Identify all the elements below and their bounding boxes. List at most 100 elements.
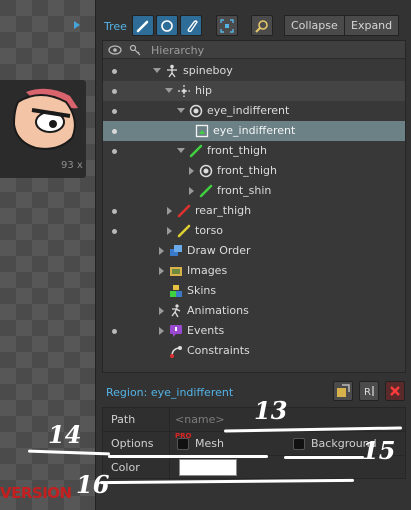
tree-node-label: Draw Order [187, 244, 251, 257]
expand-arrow-icon[interactable] [189, 187, 194, 195]
expand-arrow-icon[interactable] [159, 327, 164, 335]
visibility-dot[interactable] [112, 109, 117, 114]
version-watermark: VERSION [0, 484, 72, 502]
visibility-dot[interactable] [112, 129, 117, 134]
paperclip-icon [187, 19, 198, 32]
bone-icon [199, 184, 213, 198]
tree-row-hip[interactable]: hip [103, 81, 405, 101]
tree-row-eye-slot[interactable]: eye_indifferent [103, 101, 405, 121]
expand-arrow-icon[interactable] [189, 167, 194, 175]
attachment-tool-button[interactable] [180, 15, 202, 36]
visibility-dot[interactable] [112, 329, 117, 334]
tree-row-constraints[interactable]: Constraints [103, 341, 405, 361]
delete-button[interactable] [385, 381, 405, 401]
tree-row-front-shin[interactable]: front_shin [103, 181, 405, 201]
mesh-label: Mesh [195, 437, 224, 450]
annotation-stroke [284, 456, 364, 459]
tree-node-label: Constraints [187, 344, 250, 357]
expand-arrow-icon[interactable] [177, 148, 185, 153]
tree-title: Tree [104, 20, 127, 33]
color-swatch[interactable] [179, 459, 237, 476]
tree-toolbar: Tree Collapse Expand [96, 12, 411, 40]
tree-node-label: hip [195, 84, 213, 97]
annotation-stroke [108, 455, 268, 458]
visibility-eye-icon[interactable] [108, 44, 122, 56]
tree-node-label: eye_indifferent [207, 104, 290, 117]
skeleton-icon [167, 64, 177, 78]
region-title: Region: eye_indifferent [106, 386, 234, 399]
color-label: Color [111, 461, 140, 474]
tree-node-label: torso [195, 224, 224, 237]
tree-node-label: front_thigh [207, 144, 267, 157]
hierarchy-tree[interactable]: Hierarchy spineboy hip eye_indifferent e… [102, 40, 406, 373]
tree-node-label: Events [187, 324, 225, 337]
key-icon[interactable] [129, 44, 141, 56]
tree-panel: Tree Collapse Expand Hierarchy spineboy … [95, 0, 411, 510]
annotation-13: 13 [254, 396, 288, 425]
focus-button[interactable] [216, 15, 238, 36]
focus-frame-icon [220, 18, 234, 33]
animations-icon [171, 304, 181, 318]
slot-icon [189, 104, 203, 118]
set-parent-button[interactable] [333, 381, 353, 401]
tree-row-spineboy[interactable]: spineboy [103, 61, 405, 81]
options-label: Options [111, 437, 154, 450]
tree-row-front-thigh[interactable]: front_thigh [103, 141, 405, 161]
expand-arrow-icon[interactable] [165, 88, 173, 93]
expand-arrow-icon[interactable] [153, 68, 161, 73]
tree-row-events[interactable]: Events [103, 321, 405, 341]
annotation-14: 14 [48, 420, 82, 449]
tree-node-label: front_shin [217, 184, 272, 197]
parent-icon [337, 384, 350, 397]
tree-row-eye-region[interactable]: eye_indifferent [103, 121, 405, 141]
tree-row-draw-order[interactable]: Draw Order [103, 241, 405, 261]
tree-node-label: rear_thigh [195, 204, 252, 217]
tree-row-animations[interactable]: Animations [103, 301, 405, 321]
bone-icon [177, 204, 191, 218]
skins-icon [170, 285, 182, 297]
panel-toggle-arrow-icon[interactable] [74, 21, 80, 29]
bone-tool-button[interactable] [132, 15, 154, 36]
visibility-dot[interactable] [112, 149, 117, 154]
tree-node-label: Animations [187, 304, 249, 317]
region-attachment-icon [195, 124, 209, 138]
tree-row-images[interactable]: Images [103, 261, 405, 281]
tree-row-torso[interactable]: torso [103, 221, 405, 241]
circle-tool-button[interactable] [156, 15, 178, 36]
expand-button[interactable]: Expand [344, 15, 400, 36]
background-checkbox[interactable] [293, 438, 305, 450]
images-folder-icon [170, 267, 182, 276]
expand-arrow-icon[interactable] [167, 207, 172, 215]
tree-node-label: Images [187, 264, 228, 277]
draw-order-icon [170, 245, 182, 256]
pen-icon [136, 20, 149, 32]
tree-node-label: front_thigh [217, 164, 277, 177]
expand-arrow-icon[interactable] [159, 247, 164, 255]
expand-arrow-icon[interactable] [167, 227, 172, 235]
expand-arrow-icon[interactable] [159, 307, 164, 315]
visibility-dot[interactable] [112, 89, 117, 94]
visibility-dot[interactable] [112, 69, 117, 74]
path-label: Path [111, 413, 136, 426]
circle-icon [161, 19, 173, 32]
mesh-checkbox[interactable] [177, 438, 189, 450]
tree-node-label: spineboy [183, 64, 233, 77]
rename-button[interactable]: R [359, 381, 379, 401]
tree-row-front-thigh-slot[interactable]: front_thigh [103, 161, 405, 181]
events-icon [170, 325, 182, 337]
color-row: Color [103, 456, 405, 480]
search-button[interactable] [251, 15, 273, 36]
tree-row-skins[interactable]: Skins [103, 281, 405, 301]
annotation-15: 15 [362, 436, 396, 465]
tree-node-label: Skins [187, 284, 217, 297]
collapse-button[interactable]: Collapse [284, 15, 345, 36]
search-icon [255, 19, 268, 33]
visibility-dot[interactable] [112, 229, 117, 234]
annotation-16: 16 [76, 470, 110, 499]
bone-icon [177, 224, 191, 238]
expand-arrow-icon[interactable] [159, 267, 164, 275]
options-row: Options PRO Mesh Background [103, 432, 405, 456]
tree-row-rear-thigh[interactable]: rear_thigh [103, 201, 405, 221]
expand-arrow-icon[interactable] [177, 108, 185, 113]
visibility-dot[interactable] [112, 209, 117, 214]
